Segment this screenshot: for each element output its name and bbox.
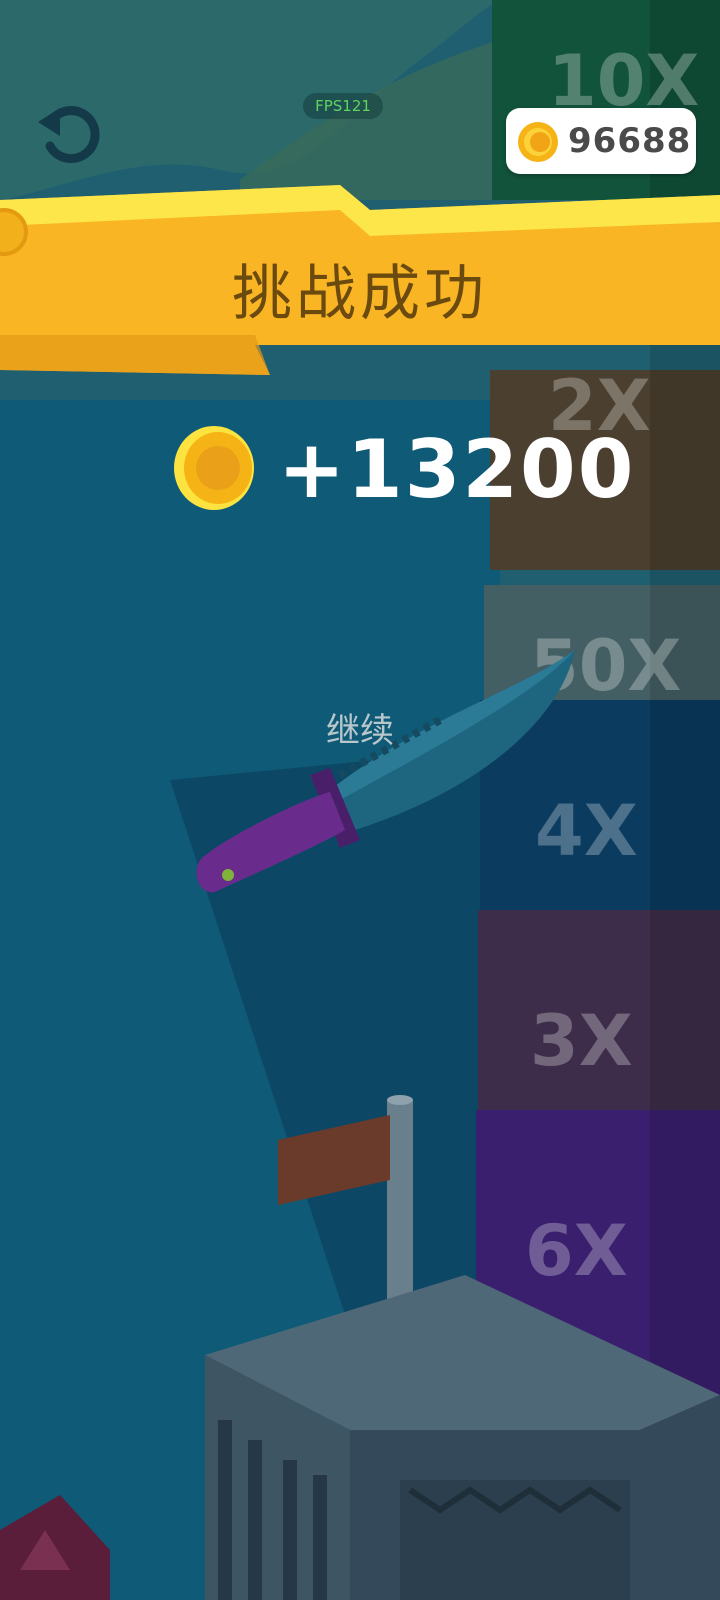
coin-icon bbox=[518, 122, 558, 162]
coin-balance: 96688 bbox=[506, 108, 696, 174]
restart-arrow-icon bbox=[38, 106, 100, 163]
fps-counter: FPS121 bbox=[303, 93, 383, 119]
multiplier-3x: 3X bbox=[530, 1000, 633, 1082]
continue-button[interactable]: 继续 bbox=[300, 706, 420, 756]
success-title: 挑战成功 bbox=[232, 259, 488, 329]
reward-amount: +13200 bbox=[278, 423, 636, 516]
multiplier-6x: 6X bbox=[525, 1210, 628, 1292]
game-scene: 10X 2X 50X 4X 3X 6X bbox=[0, 0, 720, 1600]
reward-coin-icon bbox=[174, 426, 254, 510]
restart-button[interactable] bbox=[30, 100, 110, 170]
reward-display: +13200 bbox=[170, 420, 633, 520]
multiplier-4x: 4X bbox=[535, 790, 638, 872]
coin-total: 96688 bbox=[568, 121, 692, 161]
